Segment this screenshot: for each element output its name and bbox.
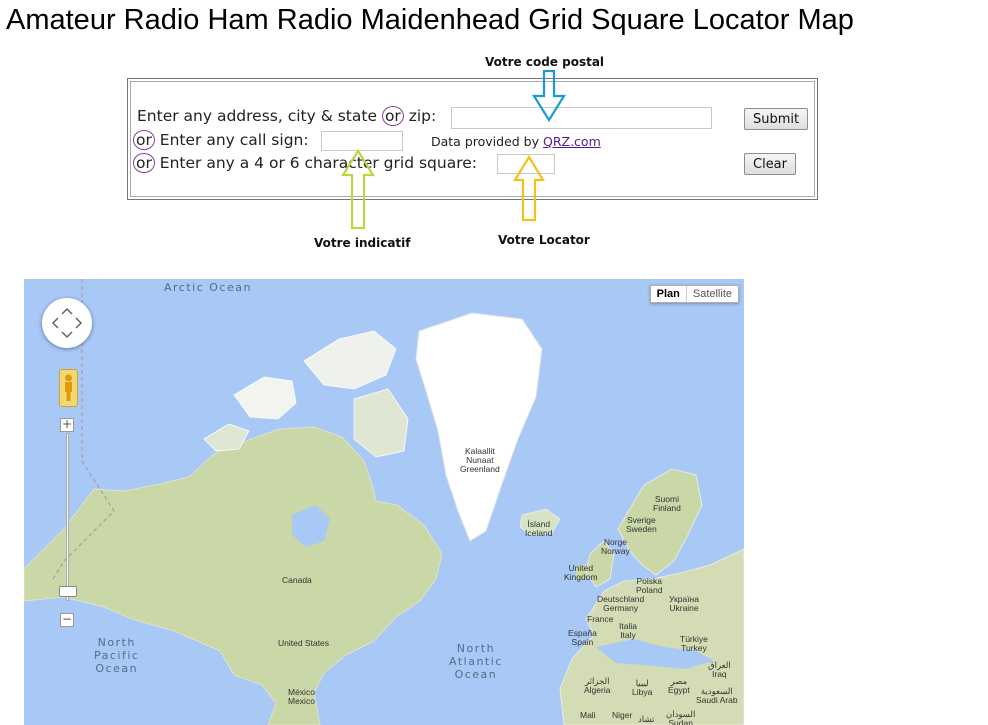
- north-pacific-label: North Pacific Ocean: [94, 636, 140, 675]
- map-canvas[interactable]: Arctic Ocean North Pacific Ocean North A…: [24, 279, 744, 725]
- spain-label: España Spain: [568, 628, 597, 647]
- callsign-arrow: [341, 148, 375, 230]
- north-atlantic-label: North Atlantic Ocean: [449, 642, 503, 681]
- libya-label: ليبيا Libya: [632, 678, 653, 697]
- or-circled-label: or: [133, 153, 155, 173]
- callsign-label: Enter any call sign:: [159, 131, 309, 149]
- sweden-label: Sverige Sweden: [626, 515, 657, 534]
- algeria-label: الجزائر Algeria: [584, 676, 611, 695]
- canada-label: Canada: [282, 575, 312, 585]
- callsign-annotation: Votre indicatif: [314, 236, 411, 250]
- ukraine-label: Україна Ukraine: [669, 594, 699, 613]
- street-view-pegman-icon[interactable]: [59, 369, 78, 407]
- page-title: Amateur Radio Ham Radio Maidenhead Grid …: [6, 4, 854, 36]
- map-type-satellite-button[interactable]: Satellite: [685, 286, 738, 302]
- united-kingdom-label: United Kingdom: [564, 563, 598, 582]
- provided-text: Data provided by: [431, 134, 540, 149]
- chad-label: تشاد: [638, 714, 655, 724]
- zoom-slider-handle[interactable]: [59, 586, 77, 597]
- map-type-control: Plan Satellite: [649, 285, 739, 303]
- france-label: France: [587, 614, 614, 624]
- turkey-label: Türkiye Turkey: [680, 634, 708, 653]
- sudan-label: السودان Sudan: [666, 709, 696, 725]
- pegman-figure-icon: [65, 374, 72, 401]
- locator-annotation: Votre Locator: [498, 233, 590, 247]
- search-form: Enter any address, city & state or zip: …: [127, 78, 818, 200]
- pan-arrows-icon: [51, 307, 83, 339]
- submit-button[interactable]: Submit: [744, 108, 809, 130]
- iraq-label: العراق Iraq: [708, 660, 731, 679]
- locator-arrow: [513, 154, 545, 222]
- address-row: Enter any address, city & state or zip:: [137, 106, 436, 126]
- grid-row: or Enter any a 4 or 6 character grid squ…: [133, 153, 477, 173]
- saudi-arabia-label: السعودية Saudi Arab: [696, 686, 738, 705]
- postal-arrow: [532, 69, 566, 123]
- mali-label: Mali: [580, 710, 596, 720]
- greenland-label: Kalaallit Nunaat Greenland: [460, 446, 500, 474]
- zoom-out-button[interactable]: −: [60, 613, 74, 627]
- egypt-label: مصر Egypt: [668, 676, 690, 695]
- zoom-slider-track[interactable]: [66, 433, 69, 601]
- niger-label: Niger: [612, 710, 633, 720]
- pan-control[interactable]: [42, 298, 92, 348]
- arctic-ocean-label: Arctic Ocean: [164, 281, 252, 294]
- or-circled-label: or: [381, 106, 404, 126]
- callsign-row: or Enter any call sign:: [133, 130, 309, 150]
- zip-label: zip:: [408, 107, 437, 125]
- qrz-link[interactable]: QRZ.com: [543, 134, 601, 149]
- grid-label: Enter any a 4 or 6 character grid square…: [159, 154, 477, 172]
- data-provider-note: Data provided by QRZ.com: [431, 134, 601, 149]
- address-label: Enter any address, city & state: [137, 107, 377, 125]
- usa-label: United States: [278, 638, 330, 648]
- postal-code-annotation: Votre code postal: [485, 55, 605, 69]
- or-circled-label: or: [133, 130, 155, 150]
- callsign-input[interactable]: [321, 131, 403, 151]
- poland-label: Polska Poland: [636, 576, 663, 595]
- italy-label: Italia Italy: [619, 621, 637, 640]
- address-input[interactable]: [451, 107, 712, 129]
- norway-label: Norge Norway: [601, 537, 630, 556]
- map-type-plan-button[interactable]: Plan: [651, 286, 686, 302]
- iceland-label: Ísland Iceland: [525, 519, 553, 538]
- mexico-label: México Mexico: [288, 687, 315, 706]
- clear-button[interactable]: Clear: [744, 153, 796, 175]
- germany-label: Deutschland Germany: [597, 594, 645, 613]
- zoom-in-button[interactable]: +: [60, 418, 74, 432]
- finland-label: Suomi Finland: [653, 494, 681, 513]
